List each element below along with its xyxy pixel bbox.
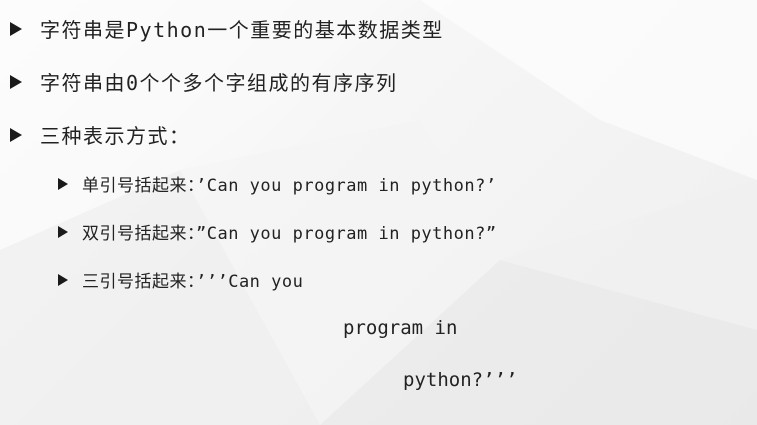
continuation-line-2: python?’’’	[403, 369, 518, 391]
bullet-3-text: 三种表示方式：	[40, 124, 191, 148]
bullet-1-text: 字符串是Python一个重要的基本数据类型	[40, 18, 444, 42]
bullet-arrow-icon	[10, 74, 22, 89]
bullet-arrow-icon	[10, 21, 22, 36]
bullet-1: 字符串是Python一个重要的基本数据类型	[10, 14, 444, 43]
continuation-line-1: program in	[343, 317, 458, 339]
bullet-arrow-icon	[10, 127, 22, 142]
bullet-3: 三种表示方式：	[10, 120, 191, 149]
sub-bullet-arrow-icon	[58, 177, 68, 190]
sub-bullet-1-text: 单引号括起来：’Can you program in python?’	[82, 176, 497, 196]
sub-bullet-2-text: 双引号括起来：”Can you program in python?”	[82, 224, 497, 244]
sub-bullet-arrow-icon	[58, 225, 68, 238]
sub-bullet-2: 双引号括起来：”Can you program in python?”	[58, 219, 497, 244]
bullet-2: 字符串由0个个多个字组成的有序序列	[10, 67, 398, 96]
sub-bullet-1: 单引号括起来：’Can you program in python?’	[58, 171, 497, 196]
slide: 字符串是Python一个重要的基本数据类型 字符串由0个个多个字组成的有序序列 …	[0, 0, 757, 425]
bullet-2-text: 字符串由0个个多个字组成的有序序列	[40, 71, 398, 95]
sub-bullet-arrow-icon	[58, 273, 68, 286]
sub-bullet-3: 三引号括起来：’’’Can you	[58, 267, 303, 292]
sub-bullet-3-text: 三引号括起来：’’’Can you	[82, 272, 304, 292]
